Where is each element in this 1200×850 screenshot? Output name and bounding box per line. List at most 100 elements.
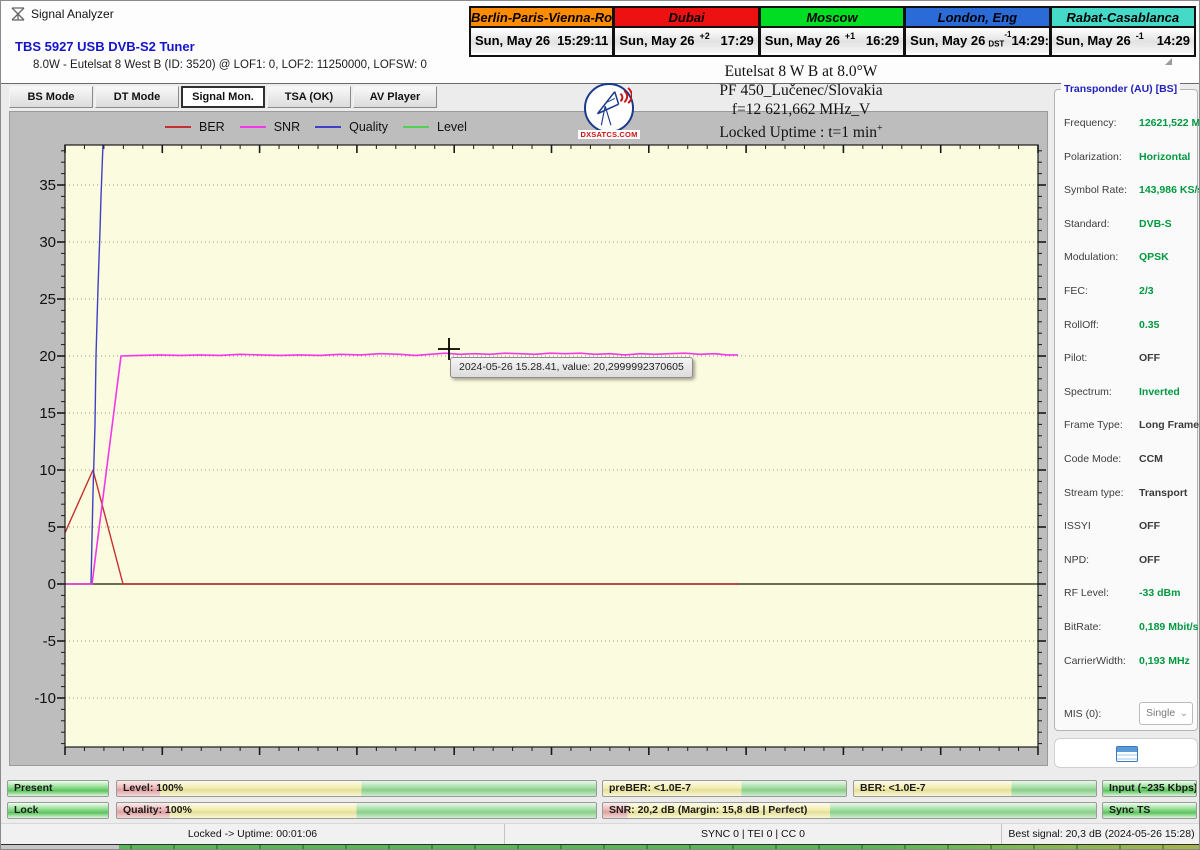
legend-label-snr: SNR <box>273 120 301 134</box>
signal-analyzer-window: Signal Analyzer TBS 5927 USB DVB-S2 Tune… <box>0 0 1200 850</box>
legend-item-ber: BER <box>165 120 225 134</box>
transponder-row-symbolrate: Symbol Rate: 143,986 KS/s <box>1055 184 1199 204</box>
clock-date: Sun, May 26 <box>619 33 695 48</box>
legend-label-ber: BER <box>199 120 225 134</box>
transponder-row-pilot: Pilot: OFF <box>1055 352 1199 372</box>
world-clock-berlin-paris-vienna-roma: Berlin-Paris-Vienna-Roma Sun, May 26 15:29… <box>469 6 615 57</box>
signal-chart-panel[interactable]: BER SNR Quality Level 35 30 25 20 15 10 5 0 -5 -10 <box>9 111 1048 766</box>
transponder-value: DVB-S <box>1139 217 1172 230</box>
world-clock-rabat-casablanca: Rabat-Casablanca Sun, May 26 -1 14:29 <box>1050 6 1196 57</box>
clock-time-row: Sun, May 26 15:29:11 <box>471 28 613 53</box>
clock-city-label: Rabat-Casablanca <box>1051 8 1194 28</box>
clock-time-row: Sun, May 26 -1 14:29 <box>1051 28 1194 53</box>
legend-swatch-level <box>403 125 430 129</box>
transponder-label: BitRate: <box>1064 621 1102 633</box>
transponder-label: Pilot: <box>1064 352 1088 365</box>
transponder-label: FEC: <box>1064 285 1088 297</box>
transponder-label: Frequency: <box>1064 117 1117 129</box>
tab-tsa-ok[interactable]: TSA (OK) <box>267 86 351 108</box>
transponder-row-bitrate: BitRate: 0,189 Mbit/s <box>1055 621 1199 641</box>
clock-time-row: Sun, May 26 +2 17:29 <box>615 28 758 53</box>
transponder-label: Frame Type: <box>1064 419 1123 432</box>
transponder-value: 0,189 Mbit/s <box>1139 621 1199 633</box>
app-antenna-icon <box>11 7 25 21</box>
transponder-row-streamtype: Stream type: Transport <box>1055 487 1199 507</box>
annotation-frequency: f=12 621,662 MHz_V <box>731 101 871 118</box>
satellite-annotation: Eutelsat 8 W B at 8.0°W PF 450_Lučenec/S… <box>601 62 1001 142</box>
transponder-value: OFF <box>1139 352 1160 365</box>
transponder-value: -33 dBm <box>1139 587 1181 600</box>
dxsatcs-logo-text: DXSATCS.COM <box>578 130 640 139</box>
tab-av-player[interactable]: AV Player <box>353 86 437 108</box>
clock-time-row: Sun, May 26 DST-1 14:29:11 <box>906 28 1063 53</box>
world-clock-dubai: Dubai Sun, May 26 +2 17:29 <box>614 6 760 57</box>
transponder-row-fec: FEC: 2/3 <box>1055 285 1199 305</box>
transponder-row-npd: NPD: OFF <box>1055 554 1199 574</box>
y-axis-label: 0 <box>48 576 56 593</box>
clock-date: Sun, May 26 <box>764 33 840 48</box>
legend-item-level: Level <box>403 120 467 134</box>
clock-city-label: Dubai <box>615 8 758 28</box>
signal-bar-level: Level: 100% <box>116 780 597 797</box>
dxsatcs-logo-dish-icon <box>584 83 634 133</box>
clock-time: 14:29 <box>1156 33 1190 48</box>
mis-select[interactable]: Single ⌄ <box>1139 702 1193 725</box>
transponder-list-button[interactable] <box>1054 738 1198 768</box>
tab-dt-mode[interactable]: DT Mode <box>95 86 179 108</box>
legend-label-level: Level <box>437 120 467 134</box>
transponder-label: NPD: <box>1064 553 1090 566</box>
legend-swatch-snr <box>239 125 266 129</box>
clock-utc-offset: +2 <box>699 30 710 41</box>
transponder-value: Transport <box>1139 486 1188 499</box>
transponder-row-frametype: Frame Type: Long Frame <box>1055 419 1199 439</box>
transponder-label: Stream type: <box>1064 486 1124 499</box>
transponder-label: Spectrum: <box>1064 385 1112 398</box>
signal-chart[interactable]: 35 30 25 20 15 10 5 0 -5 -10 <box>10 112 1049 767</box>
transponder-value: Long Frame <box>1139 419 1200 432</box>
y-axis-label: -10 <box>34 690 56 707</box>
transponder-value: OFF <box>1139 553 1160 566</box>
y-axis-label: 20 <box>39 348 56 365</box>
mode-tabs: BS Mode DT Mode Signal Mon. TSA (OK) AV Play… <box>9 86 437 108</box>
signal-bar-lock: Lock <box>7 802 109 819</box>
transponder-value: 12621,522 MHz <box>1139 117 1200 129</box>
transponder-value: OFF <box>1139 520 1160 533</box>
transponder-value: QPSK <box>1139 251 1169 264</box>
background-strip-gray <box>1 845 119 849</box>
transponder-value: Inverted <box>1139 385 1180 398</box>
world-clock-moscow: Moscow Sun, May 26 +1 16:29 <box>759 6 906 57</box>
clock-time: 16:29 <box>865 33 900 48</box>
transponder-label: Symbol Rate: <box>1064 184 1128 197</box>
signal-bar-quality: Quality: 100% <box>116 802 597 819</box>
legend-swatch-ber <box>165 125 191 129</box>
transponder-label: Modulation: <box>1064 251 1119 264</box>
background-spectrum-strip <box>1 844 1199 849</box>
status-sync-counters: SYNC 0 | TEI 0 | CC 0 <box>504 824 1001 844</box>
legend-item-quality: Quality <box>315 120 388 134</box>
transponder-row-rolloff: RollOff: 0.35 <box>1055 319 1199 339</box>
signal-bar-sync-ts: Sync TS <box>1102 802 1197 819</box>
background-window-artifact <box>1165 58 1172 65</box>
clock-time: 17:29 <box>720 33 754 48</box>
signal-bar-input-kbps: Input (~235 Kbps) <box>1102 780 1197 797</box>
mis-label: MIS (0): <box>1064 708 1102 720</box>
transponder-value: CCM <box>1139 453 1163 465</box>
tab-signal-mon[interactable]: Signal Mon. <box>181 86 265 108</box>
transponder-row-rflevel: RF Level: -33 dBm <box>1055 587 1199 607</box>
tuner-name: TBS 5927 USB DVB-S2 Tuner <box>15 39 195 54</box>
y-axis-label: 10 <box>39 462 56 479</box>
tab-bs-mode[interactable]: BS Mode <box>9 86 93 108</box>
transponder-row-standard: Standard: DVB-S <box>1055 218 1199 238</box>
annotation-satellite: Eutelsat 8 W B at 8.0°W <box>724 63 878 80</box>
transponder-label: Code Mode: <box>1064 453 1122 465</box>
signal-bar-snr: SNR: 20,2 dB (Margin: 15,8 dB | Perfect) <box>602 802 1097 819</box>
y-axis-label: -5 <box>43 633 56 650</box>
signal-bar-preber: preBER: <1.0E-7 <box>602 780 847 797</box>
transponder-value: Horizontal <box>1139 150 1191 163</box>
clock-time-row: Sun, May 26 +1 16:29 <box>760 28 904 53</box>
clock-utc-offset: -1 <box>1135 30 1144 41</box>
y-axis-label: 25 <box>39 291 56 308</box>
clock-time: 15:29:11 <box>557 33 609 48</box>
tuner-details: 8.0W - Eutelsat 8 West B (ID: 3520) @ LO… <box>33 59 427 71</box>
clock-date: Sun, May 26 <box>475 33 551 48</box>
